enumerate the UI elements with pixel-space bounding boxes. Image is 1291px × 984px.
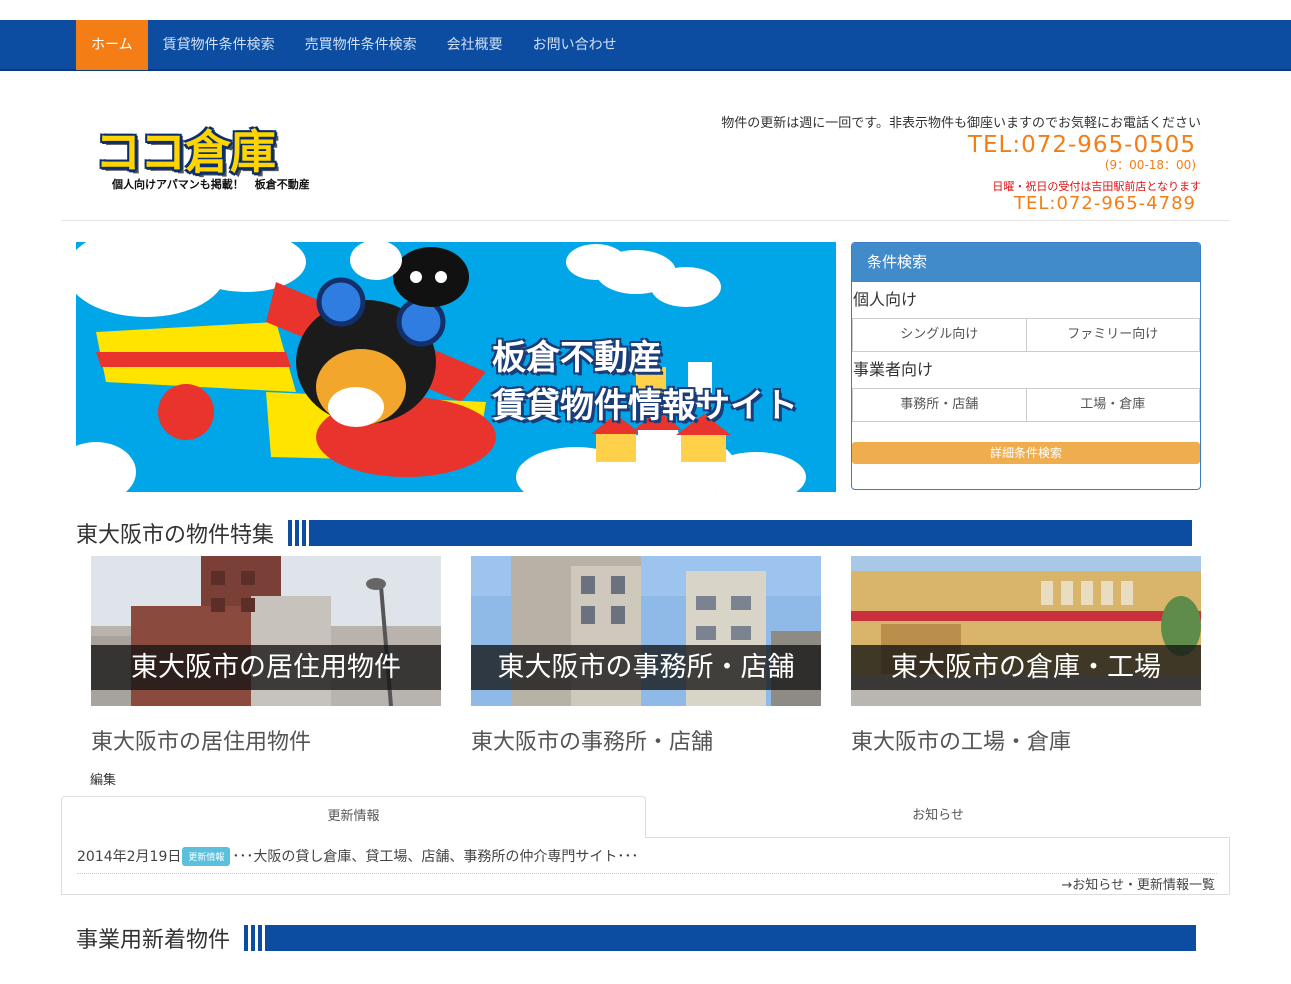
title-stripes — [244, 925, 263, 951]
search-panel-title: 条件検索 — [852, 243, 1200, 282]
news-list-link[interactable]: →お知らせ・更新情報一覧 — [1061, 874, 1215, 893]
feature-section-title: 東大阪市の物件特集 — [76, 523, 275, 548]
nav-item-rental-search[interactable]: 賃貸物件条件検索 — [148, 20, 290, 70]
top-navbar: ホーム 賃貸物件条件検索 売買物件条件検索 会社概要 お問い合わせ — [0, 20, 1291, 71]
business-section-title: 事業用新着物件 — [76, 928, 231, 953]
nav-menu: ホーム 賃貸物件条件検索 売買物件条件検索 会社概要 お問い合わせ — [76, 20, 632, 70]
header-contact: 物件の更新は週に一回です。非表示物件も御座いますのでお気軽にお電話ください TE… — [721, 112, 1201, 214]
header-tel: TEL:072-965-0505 — [967, 132, 1196, 158]
personal-buttons: シングル向け ファミリー向け — [852, 318, 1200, 352]
family-button[interactable]: ファミリー向け — [1026, 318, 1200, 352]
office-shop-overlay-text: 東大阪市の事務所・店舗 — [471, 645, 821, 690]
office-shop-photo[interactable]: 東大阪市の事務所・店舗 — [471, 556, 821, 706]
nav-item-home[interactable]: ホーム — [76, 20, 148, 70]
business-label: 事業者向け — [853, 360, 934, 379]
office-shop-caption[interactable]: 東大阪市の事務所・店舗 — [471, 724, 713, 756]
header-tel-secondary: TEL:072-965-4789 — [1014, 193, 1196, 214]
nav-item-sale-search[interactable]: 売買物件条件検索 — [290, 20, 432, 70]
feature-card-warehouse[interactable]: 東大阪市の倉庫・工場 東大阪市の工場・倉庫 — [851, 556, 1201, 755]
news-badge: 更新情報 — [182, 846, 231, 866]
residential-overlay-text: 東大阪市の居住用物件 — [91, 645, 441, 690]
residential-photo[interactable]: 東大阪市の居住用物件 — [91, 556, 441, 706]
news-text: ･･･大阪の貸し倉庫、貸工場、店舗、事務所の仲介専門サイト･･･ — [232, 849, 639, 865]
news-divider — [77, 873, 1217, 874]
detail-search-button[interactable]: 詳細条件検索 — [852, 442, 1200, 464]
personal-label: 個人向け — [853, 290, 918, 309]
tab-notices[interactable]: お知らせ — [646, 796, 1230, 838]
nav-item-contact[interactable]: お問い合わせ — [518, 20, 632, 70]
warehouse-photo[interactable]: 東大阪市の倉庫・工場 — [851, 556, 1201, 706]
header-note: 物件の更新は週に一回です。非表示物件も御座いますのでお気軽にお電話ください — [721, 116, 1201, 131]
news-item[interactable]: 2014年2月19日 更新情報 ･･･大阪の貸し倉庫、貸工場、店舗、事務所の仲介… — [77, 846, 638, 866]
feature-card-office-shop[interactable]: 東大阪市の事務所・店舗 東大阪市の事務所・店舗 — [471, 556, 821, 755]
header-holiday-note: 日曜・祝日の受付は吉田駅前店となります — [992, 180, 1201, 193]
residential-caption[interactable]: 東大阪市の居住用物件 — [91, 724, 311, 756]
banner-line-1: 板倉不動産 — [492, 338, 662, 378]
banner-headline: 板倉不動産 賃貸物件情報サイト — [492, 334, 798, 430]
title-bar — [309, 520, 1193, 546]
news-date: 2014年2月19日 — [77, 849, 182, 865]
tab-updates[interactable]: 更新情報 — [61, 796, 646, 838]
warehouse-overlay-text: 東大阪市の倉庫・工場 — [851, 645, 1201, 690]
title-stripes — [288, 520, 307, 546]
header-divider — [61, 220, 1230, 221]
site-logo[interactable]: ココ倉庫 個人向けアパマンも掲載！ 板倉不動産 — [92, 114, 332, 194]
logo-text: ココ倉庫 — [95, 125, 276, 179]
single-button[interactable]: シングル向け — [852, 318, 1027, 352]
feature-card-residential[interactable]: 東大阪市の居住用物件 東大阪市の居住用物件 — [91, 556, 441, 755]
news-panel: 2014年2月19日 更新情報 ･･･大阪の貸し倉庫、貸工場、店舗、事務所の仲介… — [61, 837, 1230, 895]
business-buttons: 事務所・店舗 工場・倉庫 — [852, 388, 1200, 422]
news-tabs: 更新情報 お知らせ 2014年2月19日 更新情報 ･･･大阪の貸し倉庫、貸工場… — [61, 796, 1230, 895]
header-hours: (9：00-18：00) — [1104, 158, 1196, 172]
nav-item-company[interactable]: 会社概要 — [432, 20, 518, 70]
banner-line-2: 賃貸物件情報サイト — [492, 386, 798, 426]
factory-warehouse-button[interactable]: 工場・倉庫 — [1026, 388, 1200, 422]
warehouse-caption[interactable]: 東大阪市の工場・倉庫 — [851, 724, 1071, 756]
title-bar — [265, 925, 1197, 951]
office-shop-button[interactable]: 事務所・店舗 — [852, 388, 1027, 422]
business-section-header: 事業用新着物件 — [76, 924, 1197, 953]
logo-tagline: 個人向けアパマンも掲載！ 板倉不動産 — [112, 178, 310, 191]
hero-banner: 板倉不動産 賃貸物件情報サイト — [76, 242, 836, 492]
feature-section-header: 東大阪市の物件特集 — [76, 519, 1193, 548]
condition-search-panel: 条件検索 個人向け シングル向け ファミリー向け 事業者向け 事務所・店舗 工場… — [851, 242, 1201, 490]
edit-link[interactable]: 編集 — [90, 769, 116, 788]
